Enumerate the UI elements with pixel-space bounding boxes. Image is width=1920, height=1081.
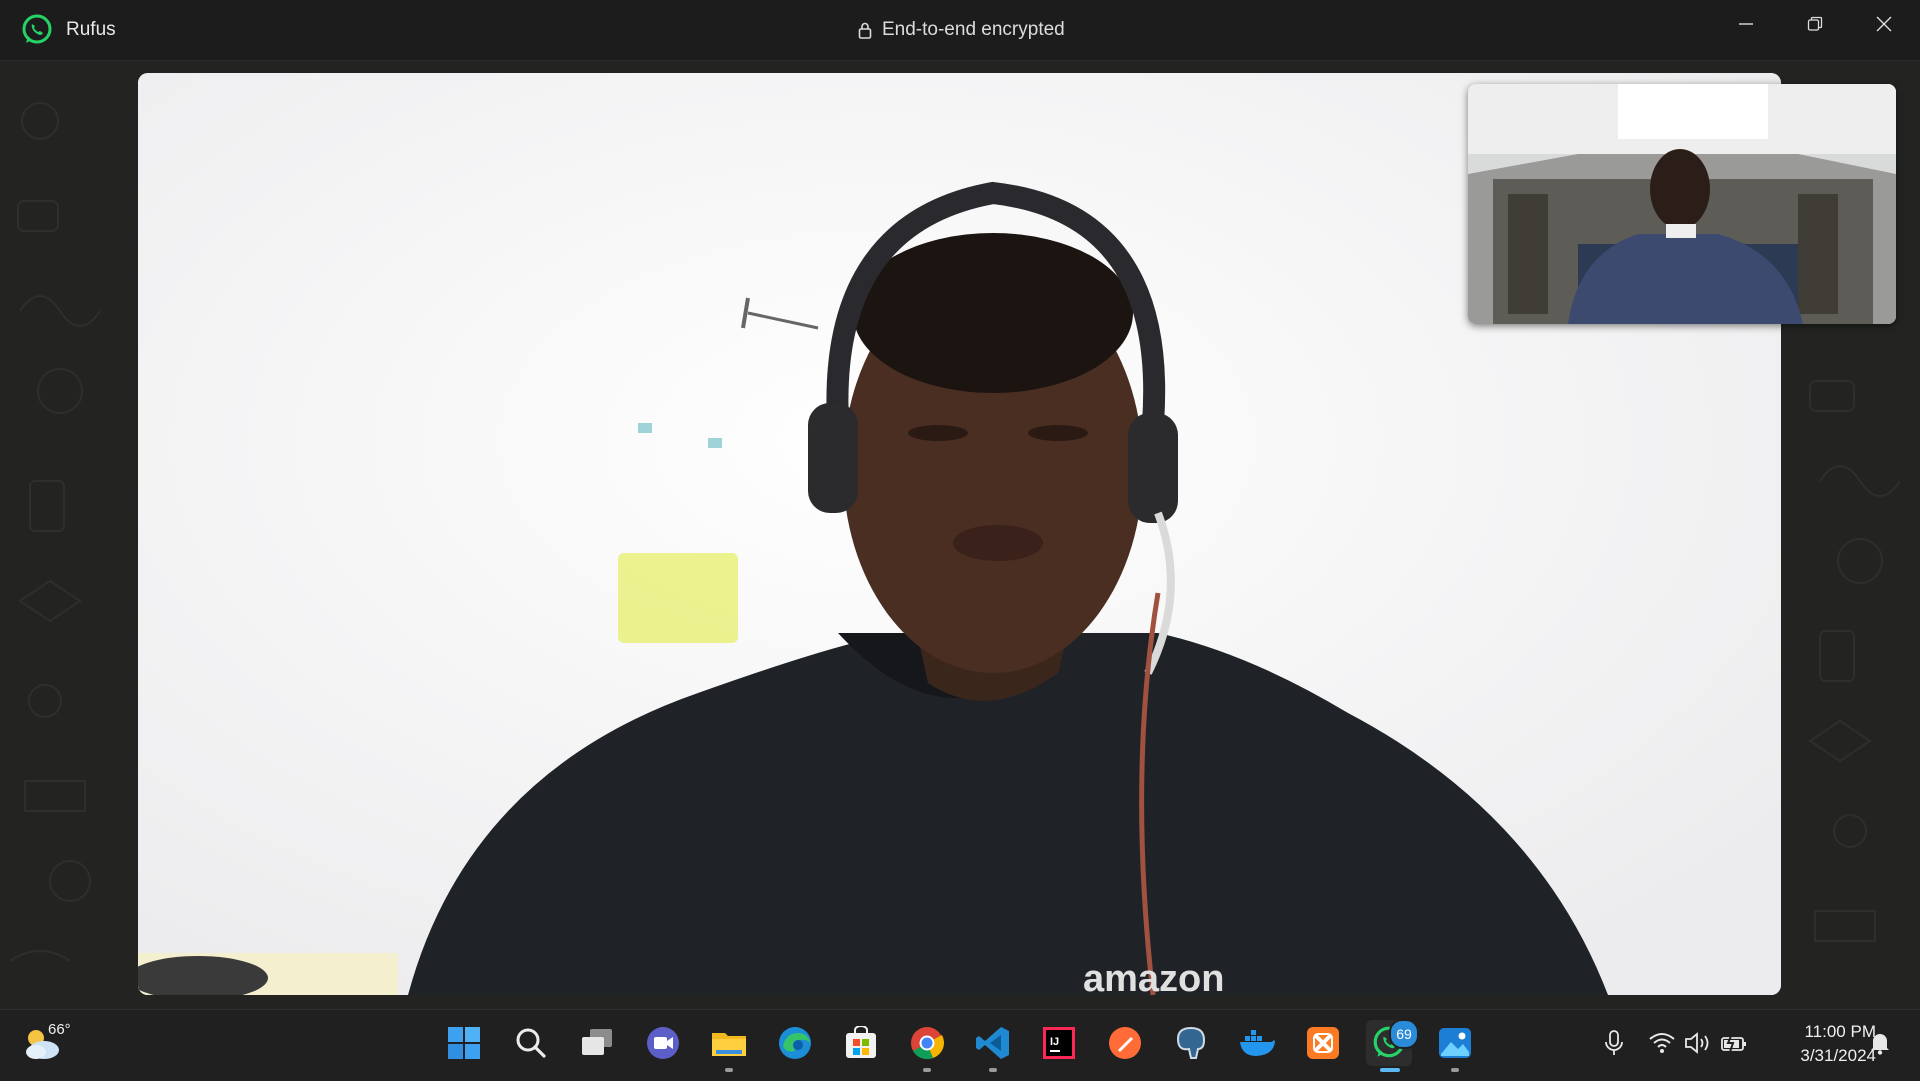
running-indicator (923, 1068, 931, 1072)
start-button[interactable] (441, 1020, 487, 1066)
active-indicator (1380, 1068, 1400, 1072)
file-explorer-icon (712, 1033, 746, 1056)
teams-meet-icon (647, 1027, 679, 1059)
battery-tray[interactable] (1712, 1020, 1756, 1066)
title-bar: Rufus End-to-end encrypted (0, 0, 1920, 61)
battery-icon (1721, 1033, 1746, 1053)
volume-icon (1685, 1032, 1709, 1054)
contact-name: Rufus (66, 19, 116, 40)
wifi-icon (1649, 1033, 1675, 1053)
xampp-icon (1307, 1027, 1339, 1059)
microphone-tray[interactable] (1592, 1020, 1636, 1066)
encryption-label: End-to-end encrypted (882, 19, 1065, 40)
postgresql-button[interactable] (1168, 1020, 1214, 1066)
vscode-icon (976, 1027, 1009, 1059)
task-view-icon (582, 1029, 612, 1055)
lock-icon (858, 22, 872, 39)
windows-start-icon (448, 1027, 480, 1059)
running-indicator (725, 1068, 733, 1072)
xampp-button[interactable] (1300, 1020, 1346, 1066)
chrome-button[interactable] (904, 1020, 950, 1066)
notification-bell-icon (1871, 1034, 1889, 1055)
unread-badge: 69 (1389, 1019, 1419, 1049)
postman-button[interactable] (1102, 1020, 1148, 1066)
minimize-icon (1739, 23, 1753, 25)
edge-icon (779, 1027, 811, 1059)
store-button[interactable] (838, 1020, 884, 1066)
running-indicator (989, 1068, 997, 1072)
chrome-icon (911, 1027, 945, 1060)
whatsapp-icon (22, 14, 52, 44)
restore-button[interactable] (1781, 0, 1849, 48)
search-button[interactable] (508, 1020, 554, 1066)
photos-icon (1439, 1028, 1471, 1058)
microphone-icon (1605, 1030, 1623, 1055)
task-view-button[interactable] (574, 1020, 620, 1066)
vscode-button[interactable] (970, 1020, 1016, 1066)
minimize-button[interactable] (1712, 0, 1780, 48)
store-icon (846, 1026, 876, 1058)
intellij-button[interactable]: IJ (1036, 1020, 1082, 1066)
postman-icon (1109, 1027, 1141, 1059)
docker-icon (1240, 1030, 1275, 1056)
self-video-frame (1468, 84, 1896, 324)
notification-button[interactable] (1860, 1020, 1900, 1066)
close-icon (1876, 16, 1892, 32)
weather-temperature: 66° (48, 1021, 71, 1038)
self-video-preview[interactable] (1468, 84, 1896, 324)
encryption-status: End-to-end encrypted (858, 19, 1065, 41)
close-button[interactable] (1850, 0, 1918, 48)
shirt-text: amazon (1083, 958, 1224, 995)
edge-button[interactable] (772, 1020, 818, 1066)
file-explorer-button[interactable] (706, 1020, 752, 1066)
intellij-icon: IJ (1043, 1027, 1075, 1059)
restore-icon (1807, 16, 1823, 31)
search-icon (516, 1028, 546, 1058)
docker-button[interactable] (1234, 1020, 1280, 1066)
photos-button[interactable] (1432, 1020, 1478, 1066)
running-indicator (1451, 1068, 1459, 1072)
svg-text:IJ: IJ (1050, 1036, 1059, 1048)
postgresql-icon (1176, 1026, 1206, 1059)
teams-meet-button[interactable] (640, 1020, 686, 1066)
